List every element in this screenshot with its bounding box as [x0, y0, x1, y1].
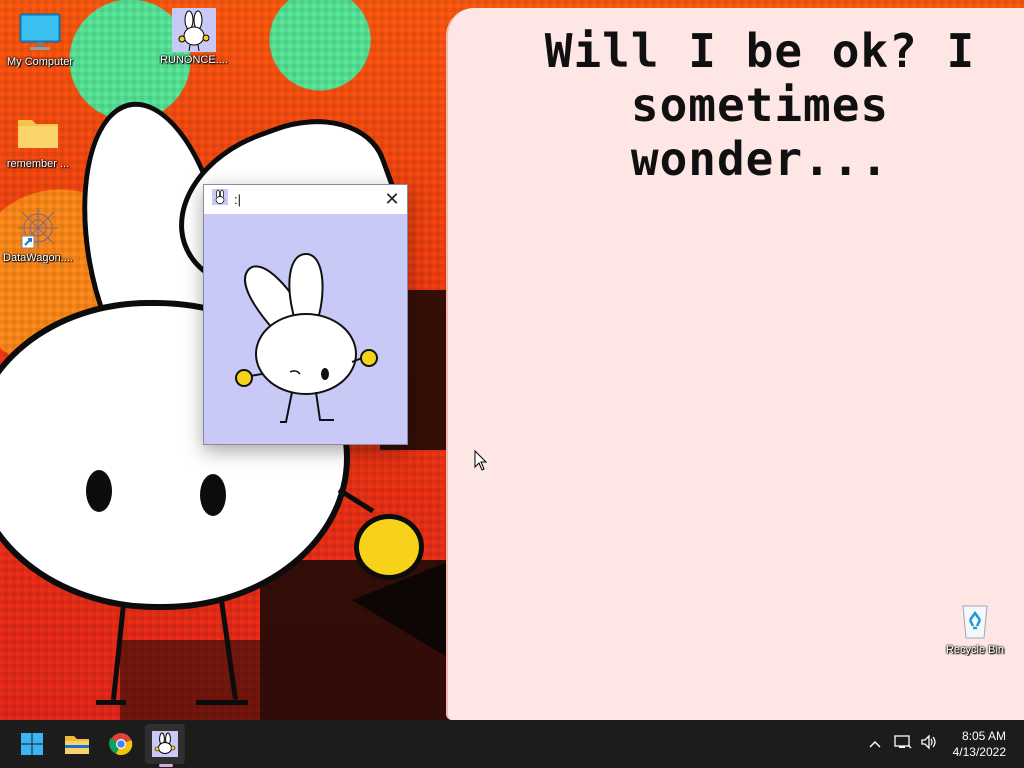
bunny-foot-left	[96, 700, 126, 705]
monitor-icon	[18, 10, 62, 54]
close-button[interactable]: ✕	[377, 185, 407, 214]
window-title: :|	[234, 192, 241, 207]
bunny-foot-right	[196, 700, 248, 705]
desktop-icon-my-computer[interactable]: My Computer	[2, 10, 78, 68]
desktop-icon-datawagon[interactable]: DataWagon....	[0, 206, 76, 264]
active-app-indicator	[159, 764, 173, 767]
clock-time: 8:05 AM	[961, 729, 1006, 743]
datawagon-icon	[16, 206, 60, 250]
taskbar: 8:05 AM 4/13/2022	[0, 720, 1024, 768]
dark-pixel-patch	[120, 640, 260, 720]
taskbar-bunny-app[interactable]	[145, 724, 185, 764]
recycle-bin-icon	[953, 598, 997, 642]
desktop-icon-label: My Computer	[6, 56, 74, 68]
chevron-up-icon	[869, 741, 881, 748]
desktop-icon-runonce[interactable]: RUNONCE....	[156, 8, 232, 66]
show-hidden-icons-button[interactable]	[864, 735, 886, 753]
network-button[interactable]	[890, 734, 916, 755]
bunny-eye-left	[86, 470, 112, 512]
speech-line-2: sometimes wonder...	[630, 78, 890, 186]
bunny-icon	[172, 8, 216, 52]
close-icon: ✕	[384, 189, 400, 209]
bunny-app-icon	[152, 731, 178, 757]
desktop-icon-label: DataWagon....	[3, 252, 73, 264]
file-explorer-icon	[65, 736, 89, 754]
windows-start-icon	[21, 733, 43, 755]
network-icon	[894, 734, 912, 748]
mouse-cursor	[474, 449, 488, 477]
desktop-icon-recycle-bin[interactable]: Recycle Bin	[937, 598, 1013, 656]
desktop-icon-label: remember ...	[6, 158, 70, 170]
bunny-popup-window[interactable]: :| ✕	[203, 184, 408, 445]
desktop-icon-remember-folder[interactable]: remember ...	[0, 112, 76, 170]
clock-date: 4/13/2022	[952, 745, 1006, 759]
desktop-icon-label: Recycle Bin	[945, 644, 1005, 656]
taskbar-file-explorer[interactable]	[57, 724, 97, 764]
system-tray	[864, 720, 942, 768]
window-content-bunny-image	[204, 214, 407, 444]
speech-bubble-tail	[352, 560, 452, 660]
speech-line-1: Will I be ok? I	[544, 24, 976, 78]
folder-icon	[16, 112, 60, 156]
volume-button[interactable]	[916, 733, 942, 755]
chrome-icon	[109, 733, 133, 756]
desktop-wallpaper: Will I be ok? I sometimes wonder...	[0, 0, 1024, 720]
speaker-icon	[921, 733, 936, 750]
taskbar-clock[interactable]: 8:05 AM 4/13/2022	[953, 728, 1006, 760]
speech-bubble-text: Will I be ok? I sometimes wonder...	[490, 24, 1024, 186]
desktop-icon-label: RUNONCE....	[160, 54, 228, 66]
window-titlebar[interactable]: :| ✕	[204, 185, 407, 214]
taskbar-chrome[interactable]	[101, 724, 141, 764]
start-button[interactable]	[12, 724, 52, 764]
bunny-eye-right	[200, 474, 226, 516]
bunny-illustration	[235, 252, 378, 423]
app-bunny-icon	[212, 189, 228, 210]
